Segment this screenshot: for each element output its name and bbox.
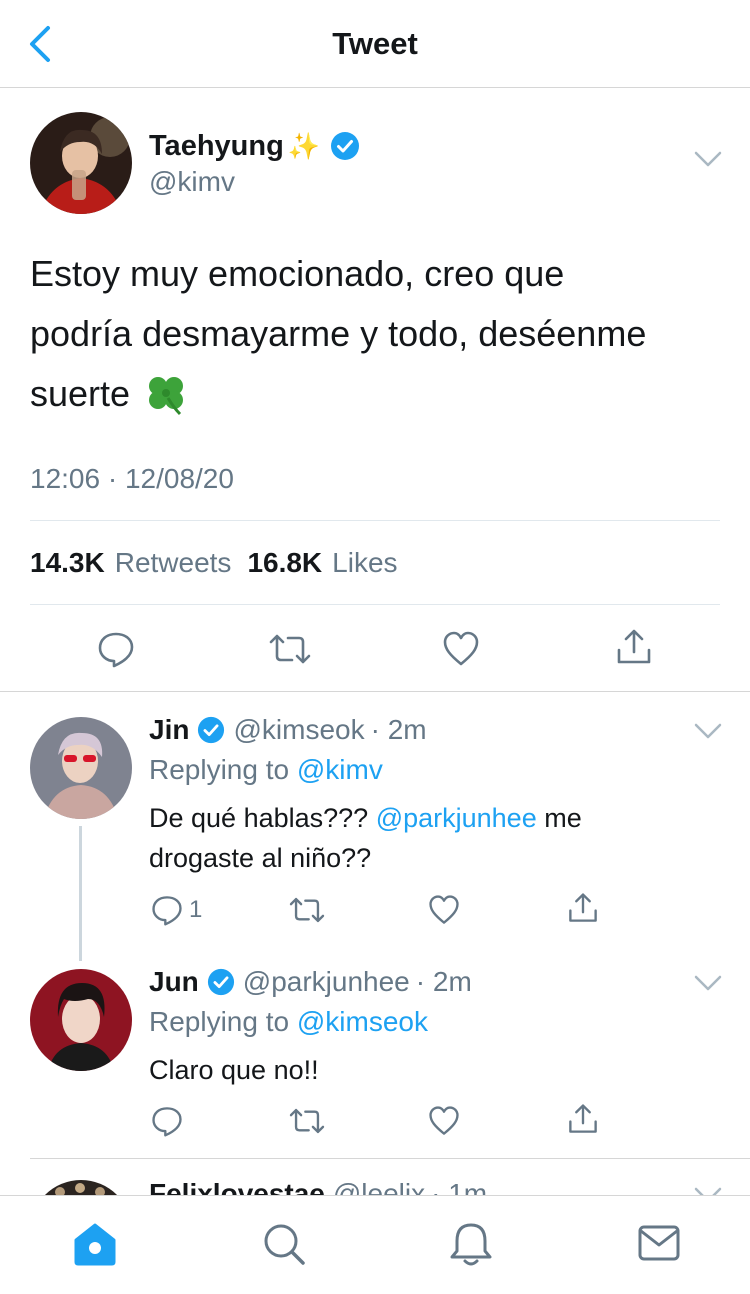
tweet-text: Estoy muy emocionado, creo que podría de…: [30, 253, 647, 416]
reply-author-name[interactable]: Jin: [149, 714, 189, 746]
reply-button[interactable]: 1: [151, 894, 202, 926]
reply-button[interactable]: [97, 630, 135, 668]
mention-link[interactable]: @parkjunhee: [376, 803, 537, 833]
reply-header: Jin @kimseok · 2m: [149, 714, 427, 746]
verified-icon: [197, 716, 225, 744]
likes-count[interactable]: 16.8K: [247, 547, 322, 579]
retweets-count[interactable]: 14.3K: [30, 547, 105, 579]
nav-search[interactable]: [262, 1222, 306, 1266]
share-icon: [569, 893, 597, 922]
clover-icon: [144, 372, 188, 416]
like-button[interactable]: [428, 894, 460, 926]
like-icon: [429, 1106, 459, 1135]
reply-avatar[interactable]: [30, 717, 132, 819]
reply-avatar[interactable]: [30, 969, 132, 1071]
messages-icon: [638, 1225, 680, 1261]
share-button[interactable]: [567, 1103, 599, 1135]
reply-icon: [98, 632, 134, 668]
author-name[interactable]: Taehyung: [149, 130, 284, 163]
chevron-down-icon: [694, 723, 722, 739]
reply-icon: [152, 1107, 182, 1137]
like-icon: [429, 895, 459, 924]
chevron-down-icon: [694, 975, 722, 991]
author-handle[interactable]: @kimv: [149, 166, 235, 198]
reply-button[interactable]: [151, 1105, 183, 1137]
reply-time: · 2m: [370, 714, 427, 745]
page-title: Tweet: [332, 26, 418, 61]
tweet-options-button[interactable]: [692, 720, 724, 742]
share-icon: [617, 629, 651, 664]
retweet-icon: [289, 897, 325, 923]
retweet-icon: [269, 634, 311, 664]
reply-text: Claro que no!!: [149, 1055, 319, 1085]
tweet-options-button[interactable]: [692, 148, 724, 170]
tweet-timestamp: 12:06 · 12/08/20: [30, 463, 234, 494]
retweet-button[interactable]: [288, 894, 326, 926]
reply-header: Jun @parkjunhee · 2m: [149, 966, 472, 998]
bottom-nav: [0, 1195, 750, 1294]
divider: [0, 691, 750, 692]
share-button[interactable]: [615, 628, 653, 666]
like-button[interactable]: [428, 1105, 460, 1137]
replying-to: Replying to @kimv: [149, 754, 383, 785]
sparkles-emoji: ✨: [287, 130, 321, 161]
tweet-options-button[interactable]: [692, 972, 724, 994]
like-button[interactable]: [442, 630, 480, 668]
divider: [30, 1158, 750, 1159]
replying-to: Replying to @kimseok: [149, 1006, 428, 1037]
nav-home[interactable]: [72, 1222, 118, 1266]
retweet-icon: [289, 1108, 325, 1134]
author-avatar[interactable]: [30, 112, 132, 214]
nav-messages[interactable]: [637, 1224, 681, 1262]
reply-icon: [152, 896, 182, 926]
replying-to-link[interactable]: @kimseok: [297, 1006, 428, 1037]
like-icon: [443, 631, 479, 666]
replying-to-link[interactable]: @kimv: [297, 754, 383, 785]
reply-author-name[interactable]: Jun: [149, 966, 199, 998]
chevron-down-icon: [694, 151, 722, 167]
reply-text: De qué hablas??? @parkjunhee me drogaste…: [149, 803, 582, 873]
retweet-button[interactable]: [268, 630, 312, 668]
divider: [30, 520, 720, 521]
share-icon: [569, 1104, 597, 1133]
nav-notifications[interactable]: [449, 1221, 493, 1267]
likes-label[interactable]: Likes: [332, 547, 397, 579]
verified-icon: [330, 131, 360, 161]
divider: [30, 604, 720, 605]
reply-time: · 2m: [415, 966, 472, 997]
retweet-button[interactable]: [288, 1105, 326, 1137]
reply-author-handle[interactable]: @parkjunhee: [243, 966, 410, 998]
notifications-icon: [450, 1223, 492, 1266]
search-icon: [264, 1224, 305, 1265]
share-button[interactable]: [567, 892, 599, 924]
tweet-stats: 14.3K Retweets 16.8K Likes: [30, 547, 398, 579]
home-icon: [74, 1223, 116, 1266]
thread-line: [79, 826, 82, 961]
retweets-label[interactable]: Retweets: [115, 547, 232, 579]
reply-count: 1: [189, 896, 203, 923]
verified-icon: [207, 968, 235, 996]
reply-author-handle[interactable]: @kimseok: [233, 714, 364, 746]
